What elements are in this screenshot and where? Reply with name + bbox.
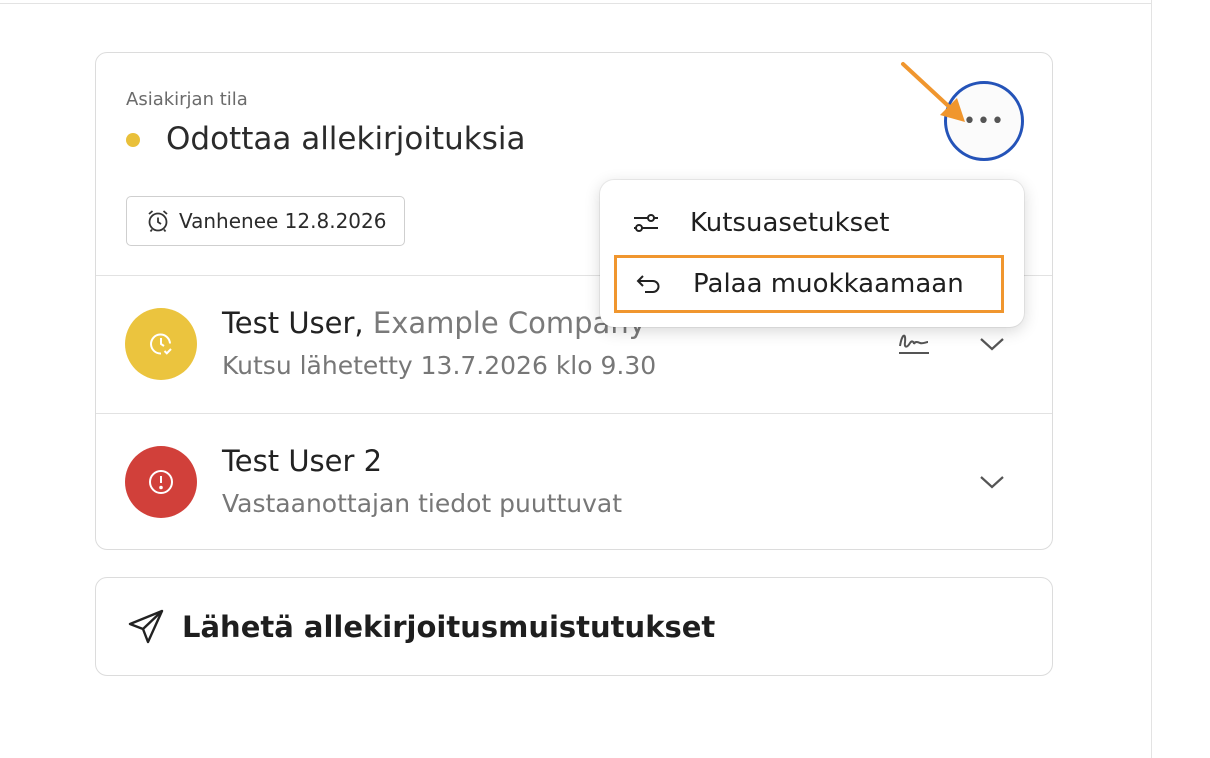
chevron-down-icon[interactable] bbox=[978, 334, 1006, 358]
right-divider bbox=[1151, 0, 1152, 758]
send-reminders-label: Lähetä allekirjoitusmuistutukset bbox=[182, 609, 716, 644]
recipient-name: Test User, Example Company bbox=[222, 306, 646, 340]
menu-item-palaa-muokkaamaan[interactable]: Palaa muokkaamaan bbox=[614, 255, 1004, 313]
status-label: Asiakirjan tila bbox=[126, 89, 248, 110]
recipient-subtitle: Vastaanottajan tiedot puuttuvat bbox=[222, 489, 623, 518]
recipient-row[interactable]: Test User 2 Vastaanottajan tiedot puuttu… bbox=[96, 414, 1052, 551]
signature-icon bbox=[896, 328, 932, 362]
alert-circle-icon bbox=[125, 446, 197, 518]
expiry-badge: Vanhenee 12.8.2026 bbox=[126, 196, 406, 246]
send-reminders-button[interactable]: Lähetä allekirjoitusmuistutukset bbox=[95, 577, 1053, 676]
recipient-name: Test User 2 bbox=[222, 444, 383, 478]
menu-item-label: Palaa muokkaamaan bbox=[693, 269, 964, 299]
recipient-subtitle: Kutsu lähetetty 13.7.2026 klo 9.30 bbox=[222, 351, 657, 380]
chevron-down-icon[interactable] bbox=[978, 472, 1006, 496]
status-text: Odottaa allekirjoituksia bbox=[166, 121, 526, 157]
clock-check-icon bbox=[125, 308, 197, 380]
undo-arrow-icon bbox=[635, 272, 681, 296]
expiry-text: Vanhenee 12.8.2026 bbox=[179, 209, 387, 233]
options-menu: Kutsuasetukset Palaa muokkaamaan bbox=[600, 180, 1024, 327]
menu-item-label: Kutsuasetukset bbox=[690, 208, 890, 238]
callout-arrow-icon bbox=[895, 58, 975, 142]
menu-item-kutsuasetukset[interactable]: Kutsuasetukset bbox=[614, 194, 1004, 252]
status-dot-icon bbox=[126, 133, 140, 147]
sliders-icon bbox=[632, 211, 678, 235]
top-divider bbox=[0, 0, 1152, 4]
alarm-clock-icon bbox=[145, 208, 171, 234]
send-icon bbox=[126, 607, 166, 647]
